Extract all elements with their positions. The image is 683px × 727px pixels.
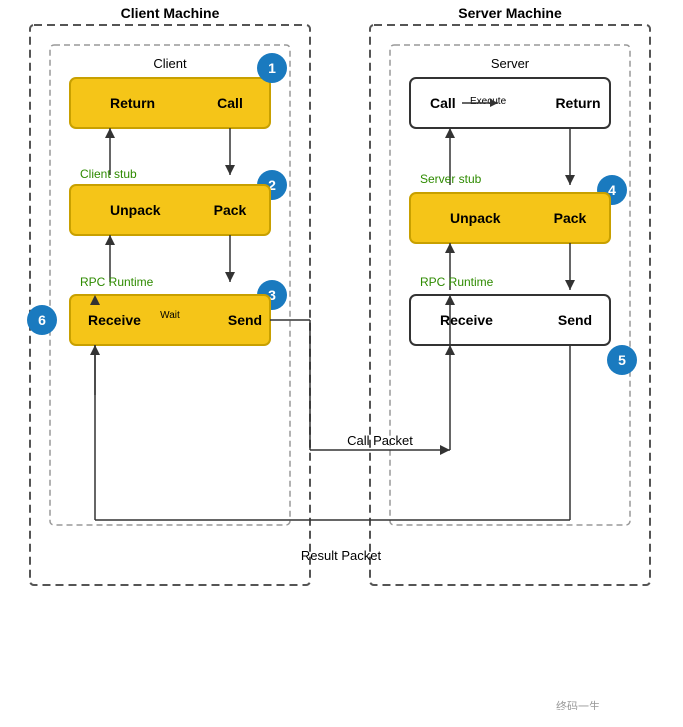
svg-text:终码一生: 终码一生 xyxy=(556,699,600,710)
diagram-svg: Client Server Return Call 2 Client stub … xyxy=(0,0,683,710)
svg-text:Execute: Execute xyxy=(470,96,507,107)
svg-text:Pack: Pack xyxy=(554,210,587,226)
svg-text:Pack: Pack xyxy=(214,202,247,218)
svg-text:RPC Runtime: RPC Runtime xyxy=(420,275,494,289)
svg-text:Receive: Receive xyxy=(88,312,141,328)
svg-text:Call: Call xyxy=(430,95,456,111)
svg-text:Unpack: Unpack xyxy=(110,202,161,218)
svg-text:1: 1 xyxy=(268,60,276,76)
svg-text:Client: Client xyxy=(153,56,187,71)
svg-text:Server Machine: Server Machine xyxy=(458,5,562,21)
svg-text:Call Packet: Call Packet xyxy=(347,433,413,448)
svg-text:Return: Return xyxy=(110,95,155,111)
svg-text:Wait: Wait xyxy=(160,310,180,321)
svg-text:6: 6 xyxy=(38,312,46,328)
svg-text:Return: Return xyxy=(555,95,600,111)
svg-text:4: 4 xyxy=(608,182,616,198)
svg-text:Client stub: Client stub xyxy=(80,167,137,181)
main-container: Client Server Return Call 2 Client stub … xyxy=(0,0,683,727)
svg-text:Send: Send xyxy=(228,312,262,328)
svg-text:Unpack: Unpack xyxy=(450,210,501,226)
svg-text:Server: Server xyxy=(491,56,530,71)
svg-text:3: 3 xyxy=(268,287,276,303)
svg-text:2: 2 xyxy=(268,177,276,193)
svg-text:Result Packet: Result Packet xyxy=(301,548,382,563)
svg-text:5: 5 xyxy=(618,352,626,368)
svg-text:Call: Call xyxy=(217,95,243,111)
svg-text:Client Machine: Client Machine xyxy=(121,5,220,21)
svg-text:Receive: Receive xyxy=(440,312,493,328)
svg-text:Send: Send xyxy=(558,312,592,328)
svg-text:Server stub: Server stub xyxy=(420,172,482,186)
svg-text:RPC Runtime: RPC Runtime xyxy=(80,275,154,289)
